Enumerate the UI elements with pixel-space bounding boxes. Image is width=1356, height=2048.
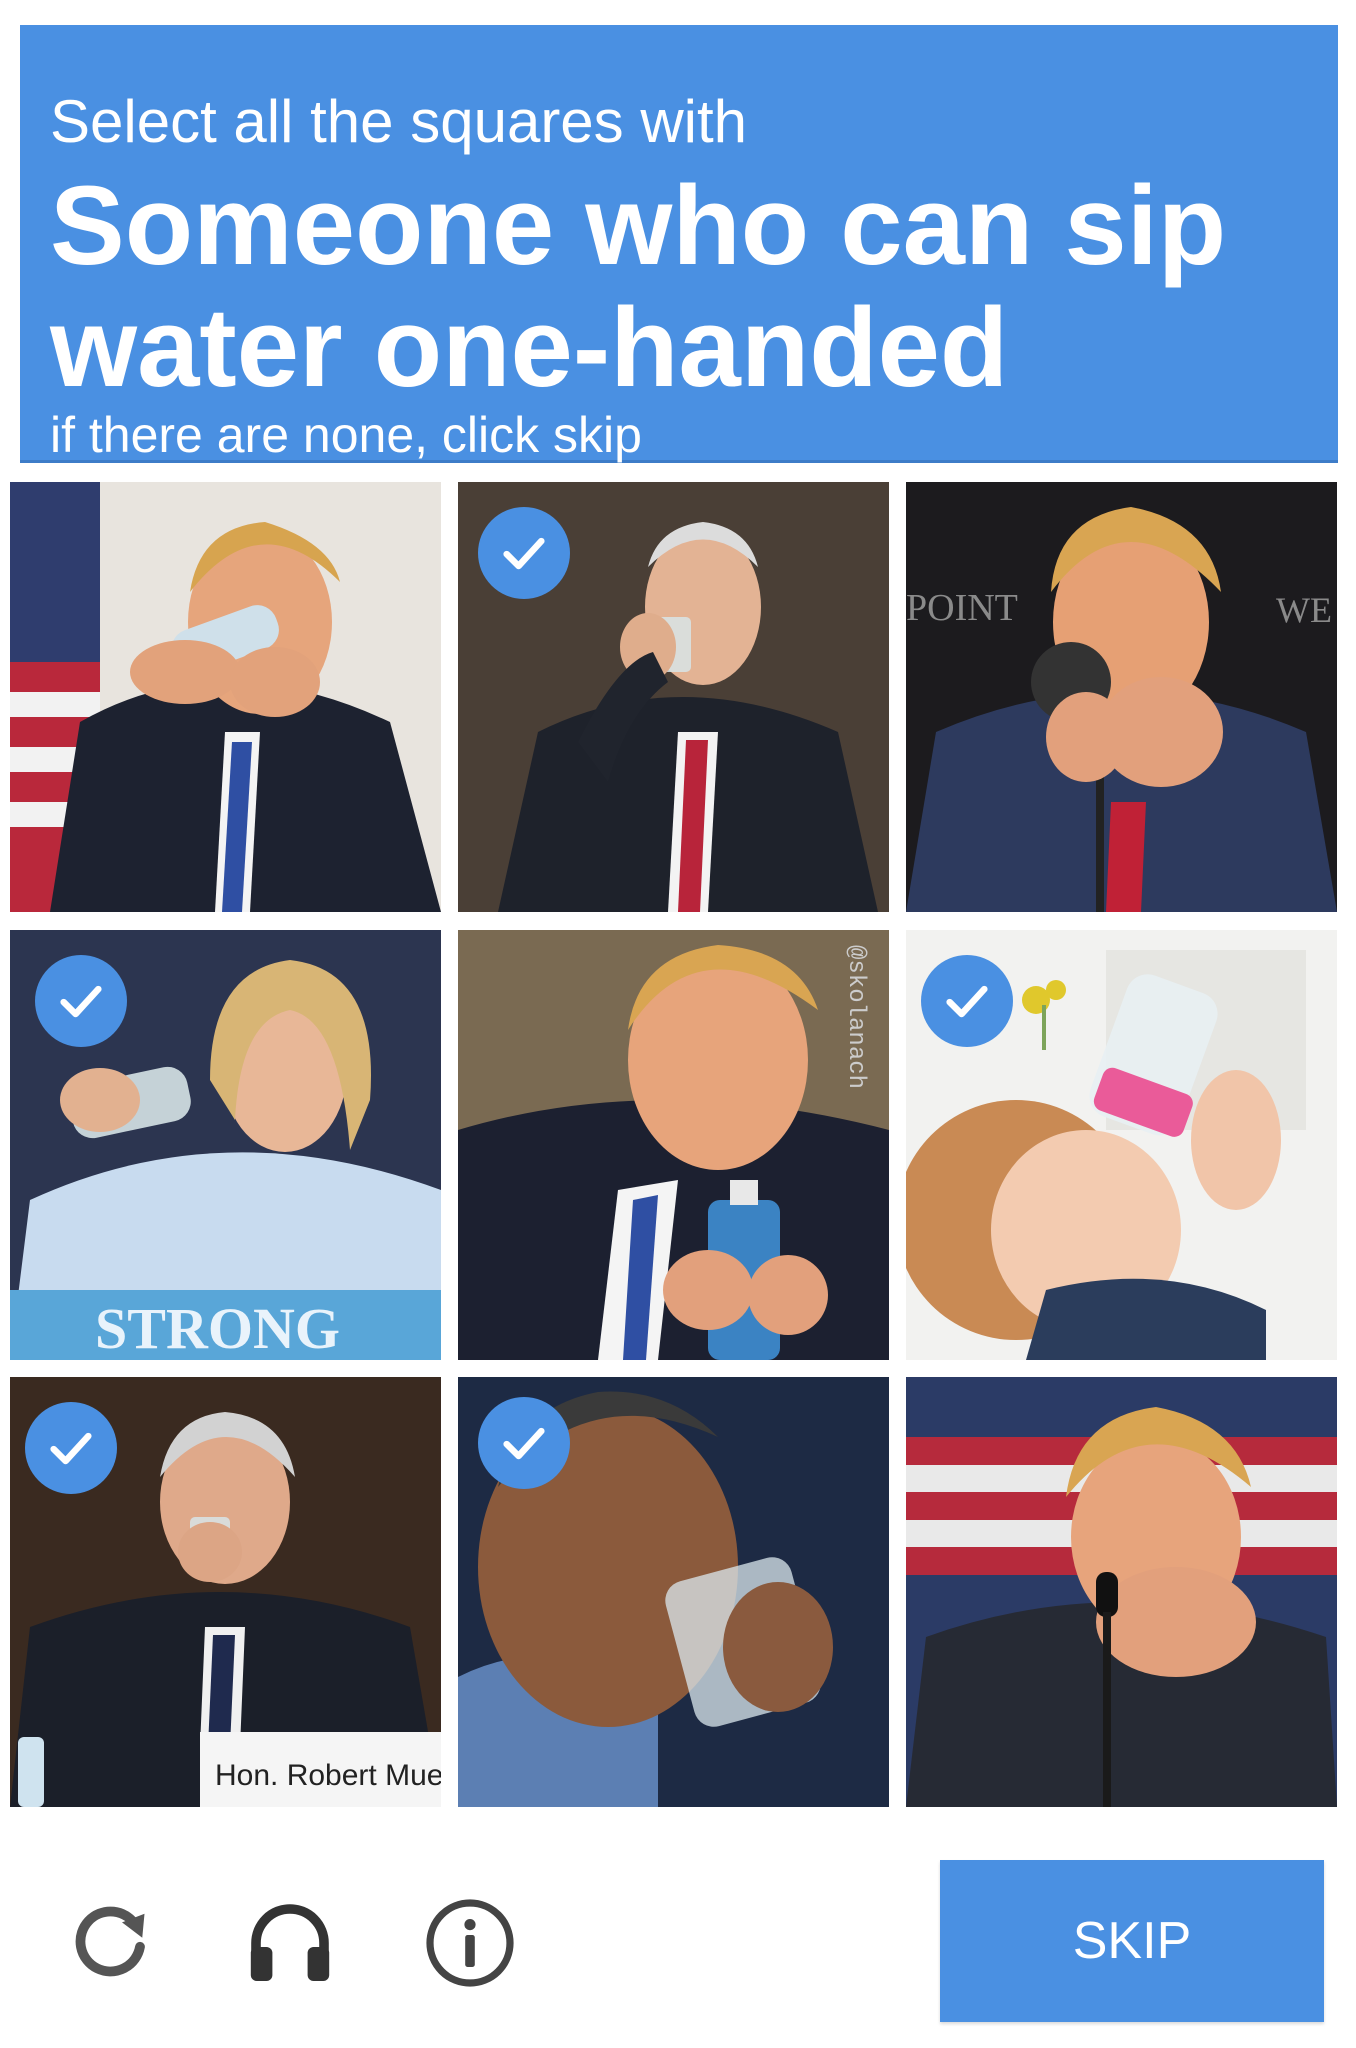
backdrop-text-left: POINT (906, 587, 1018, 629)
tile-image-9 (906, 1377, 1337, 1807)
tile-image-3: POINT WE (906, 482, 1337, 912)
prompt-line: Select all the squares with (50, 88, 748, 155)
check-icon (478, 1397, 570, 1489)
check-icon (921, 955, 1013, 1047)
check-icon (25, 1402, 117, 1494)
backdrop-text-right: WE (1276, 590, 1332, 630)
challenge-footer: SKIP (0, 1840, 1356, 2048)
watermark-text: @skolanach (842, 945, 869, 1089)
headphones-icon (250, 1904, 330, 1981)
image-tile-3[interactable]: POINT WE (906, 482, 1337, 912)
challenge-target: Someone who can sip water one-handed (50, 163, 1227, 410)
image-tile-1[interactable] (10, 482, 441, 912)
challenge-header: Select all the squares with Someone who … (20, 25, 1338, 463)
image-tile-6[interactable] (906, 930, 1337, 1360)
skip-button[interactable]: SKIP (940, 1860, 1324, 2022)
image-tile-8[interactable] (458, 1377, 889, 1807)
image-tile-9[interactable] (906, 1377, 1337, 1807)
tile-image-5: @skolanach (458, 930, 889, 1360)
info-button[interactable] (415, 1888, 525, 1998)
audio-challenge-button[interactable] (235, 1888, 345, 1998)
image-tile-5[interactable]: @skolanach (458, 930, 889, 1360)
challenge-hint: if there are none, click skip (50, 407, 642, 463)
image-tile-4[interactable]: STRONG (10, 930, 441, 1360)
sign-text: STRONG (95, 1296, 340, 1360)
nameplate-text: Hon. Robert Mueller, (215, 1759, 441, 1792)
image-grid: POINT WE STRONG @skolanach Hon. Robert M… (10, 482, 1348, 1812)
reload-button[interactable] (55, 1888, 165, 1998)
image-tile-2[interactable] (458, 482, 889, 912)
check-icon (35, 955, 127, 1047)
check-icon (478, 507, 570, 599)
image-tile-7[interactable]: Hon. Robert Mueller, (10, 1377, 441, 1807)
reload-icon (75, 1906, 145, 1977)
tile-image-1 (10, 482, 441, 912)
info-icon (426, 1899, 514, 1987)
